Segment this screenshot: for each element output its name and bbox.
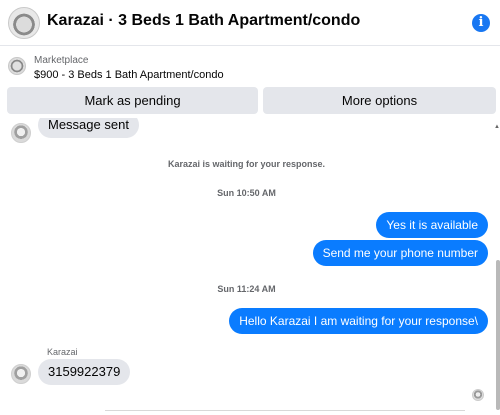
conversation-title[interactable]: Karazai · 3 Beds 1 Bath Apartment/condo bbox=[47, 12, 360, 30]
outgoing-message: Hello Karazai I am waiting for your resp… bbox=[229, 308, 488, 334]
incoming-message: 3159922379 bbox=[38, 359, 131, 385]
conversation-header: Karazai · 3 Beds 1 Bath Apartment/condo … bbox=[0, 0, 500, 46]
mark-as-pending-button[interactable]: Mark as pending bbox=[7, 87, 258, 114]
contact-avatar-small bbox=[11, 364, 31, 384]
incoming-message: Message sent bbox=[38, 118, 139, 138]
listing-thumbnail bbox=[8, 57, 26, 75]
waiting-notice: Karazai is waiting for your response. bbox=[167, 159, 326, 169]
scrollbar-thumb[interactable] bbox=[496, 260, 500, 410]
sender-name: Karazai bbox=[47, 347, 78, 357]
contact-avatar-small bbox=[11, 123, 31, 143]
contact-avatar[interactable] bbox=[8, 7, 40, 39]
listing-summary: $900 - 3 Beds 1 Bath Apartment/condo bbox=[34, 69, 224, 81]
outgoing-message: Send me your phone number bbox=[312, 240, 488, 266]
more-options-button[interactable]: More options bbox=[263, 87, 496, 114]
listing-source-label: Marketplace bbox=[34, 55, 89, 66]
message-thread[interactable]: Message sent Karazai is waiting for your… bbox=[0, 118, 500, 414]
scroll-up-arrow-icon[interactable]: ▲ bbox=[494, 124, 500, 130]
timestamp: Sun 11:24 AM bbox=[217, 284, 276, 294]
info-icon[interactable]: i bbox=[472, 14, 490, 32]
listing-card[interactable]: Marketplace $900 - 3 Beds 1 Bath Apartme… bbox=[0, 47, 500, 87]
outgoing-message: Yes it is available bbox=[376, 212, 488, 238]
composer-edge bbox=[105, 410, 465, 415]
read-receipt-avatar bbox=[472, 389, 484, 401]
timestamp: Sun 10:50 AM bbox=[217, 188, 276, 198]
